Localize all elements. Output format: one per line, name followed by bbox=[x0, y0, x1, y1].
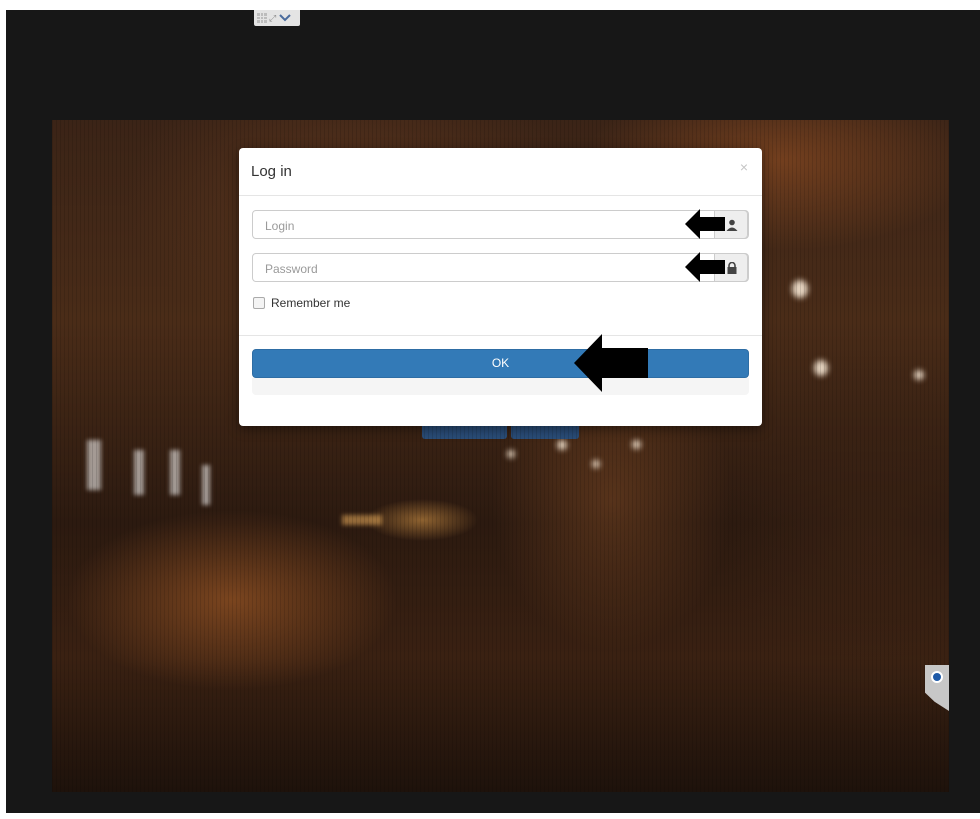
login-input[interactable] bbox=[263, 217, 707, 235]
password-input[interactable] bbox=[263, 260, 707, 278]
remember-checkbox[interactable] bbox=[253, 297, 265, 309]
dialog-header: Log in × bbox=[239, 148, 762, 196]
toolbar-widget[interactable]: ⤢ bbox=[254, 10, 300, 26]
arrow-left-icon bbox=[574, 334, 648, 392]
user-icon bbox=[726, 219, 738, 231]
arrow-left-icon bbox=[685, 252, 725, 282]
divider bbox=[239, 335, 762, 336]
chevron-down-icon[interactable] bbox=[278, 13, 292, 23]
expand-icon[interactable]: ⤢ bbox=[269, 13, 276, 23]
status-strip bbox=[252, 378, 749, 395]
remember-me[interactable]: Remember me bbox=[253, 296, 350, 310]
remember-label: Remember me bbox=[271, 296, 351, 310]
teamviewer-icon[interactable] bbox=[931, 671, 943, 683]
close-icon[interactable]: × bbox=[740, 159, 748, 175]
dialog-title: Log in bbox=[251, 163, 292, 180]
arrow-left-icon bbox=[685, 209, 725, 239]
login-field[interactable] bbox=[252, 210, 749, 239]
lock-icon bbox=[727, 262, 737, 274]
login-dialog: Log in × Remember me OK bbox=[239, 148, 762, 426]
ok-button[interactable]: OK bbox=[252, 349, 749, 378]
grid-icon[interactable] bbox=[257, 13, 267, 23]
password-field[interactable] bbox=[252, 253, 749, 282]
